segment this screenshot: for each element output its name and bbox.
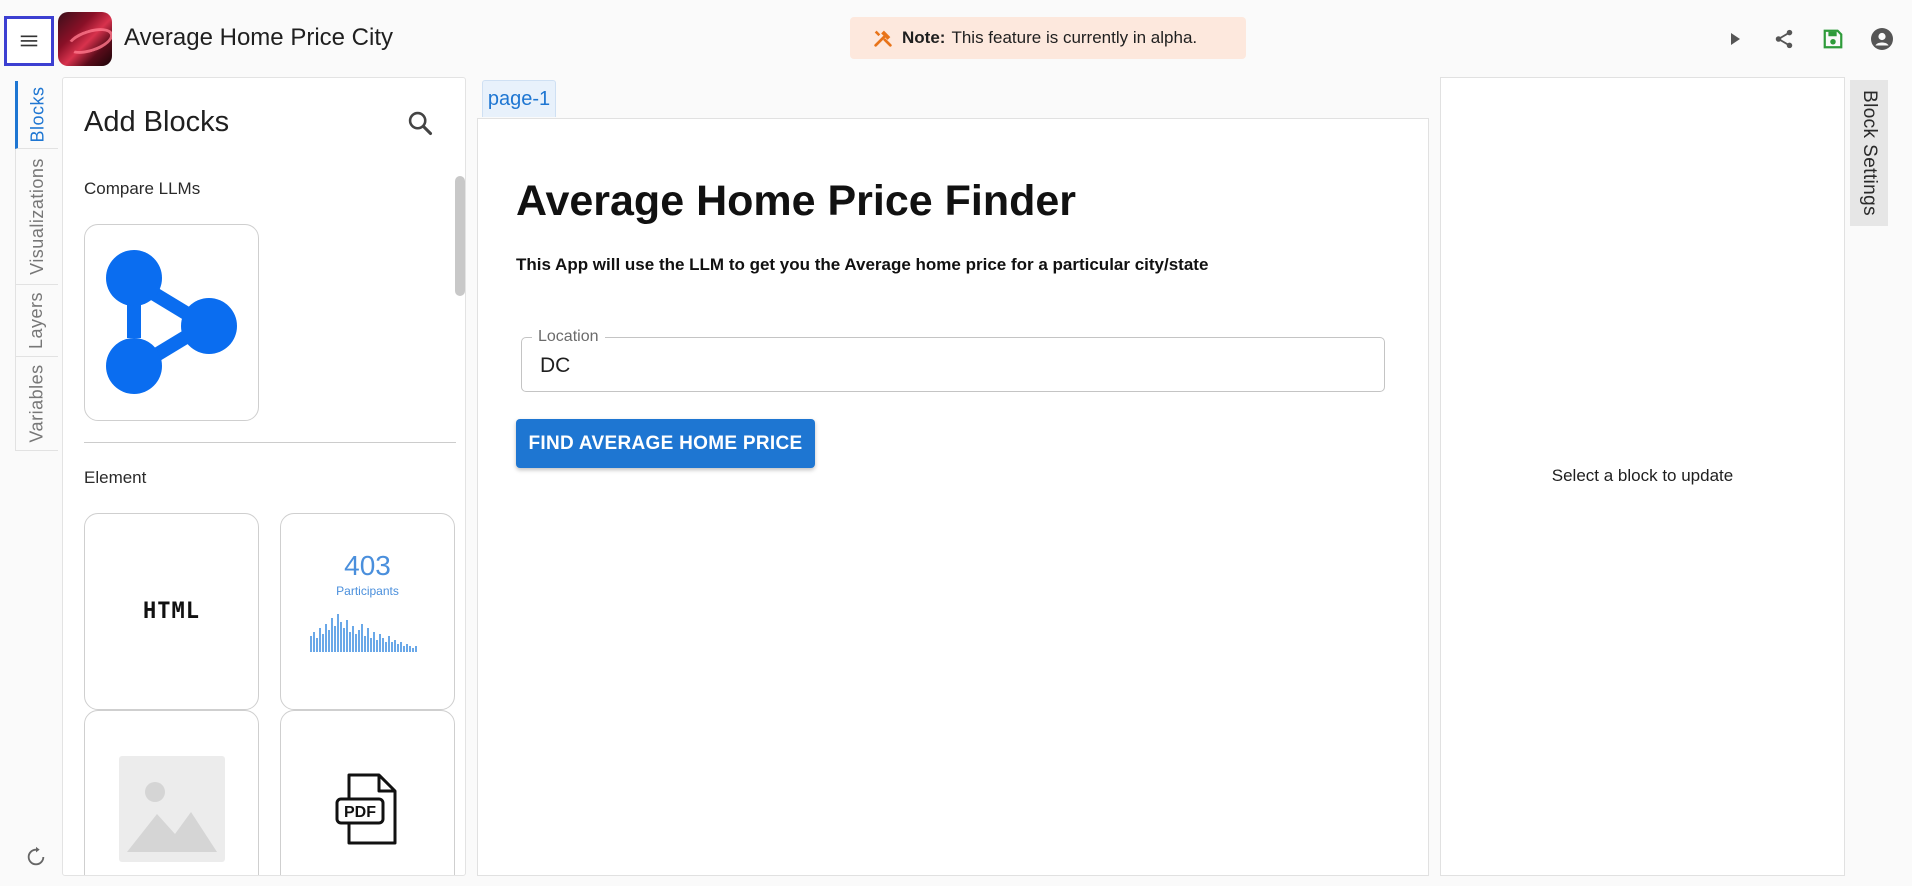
pdf-icon: PDF (335, 773, 396, 844)
app-title: Average Home Price City (124, 24, 393, 51)
alpha-note-banner: Note: This feature is currently in alpha… (850, 17, 1246, 59)
tab-block-settings[interactable]: Block Settings (1850, 80, 1888, 226)
location-field[interactable]: Location DC (521, 328, 1385, 392)
tab-variables-label: Variables (26, 364, 47, 443)
tab-blocks-label: Blocks (27, 86, 48, 143)
pdf-icon-label: PDF (344, 804, 376, 821)
top-bar: Average Home Price City Note: This featu… (0, 0, 1912, 77)
menu-button[interactable] (4, 16, 54, 66)
block-tile-pdf[interactable]: PDF (280, 710, 455, 875)
kpi-preview-bars (309, 614, 417, 652)
tab-blocks[interactable]: Blocks (15, 81, 58, 149)
find-average-home-price-button[interactable]: FIND AVERAGE HOME PRICE (516, 419, 815, 468)
tab-visualizations[interactable]: Visualizations (15, 149, 58, 285)
page-heading[interactable]: Average Home Price Finder (516, 177, 1076, 226)
page-canvas: Average Home Price Finder This App will … (477, 118, 1429, 876)
blocks-scrollbar[interactable] (455, 176, 465, 296)
block-tile-html[interactable]: HTML (84, 513, 259, 710)
block-tile-image[interactable] (84, 710, 259, 875)
block-tile-kpi-chart[interactable]: 403 Participants (280, 513, 455, 710)
settings-empty-message: Select a block to update (1551, 466, 1734, 485)
kpi-preview-value: 403 (344, 550, 391, 581)
tab-block-settings-label: Block Settings (1859, 90, 1880, 216)
search-button[interactable] (405, 108, 435, 138)
left-vertical-tabs: Blocks Visualizations Layers Variables (15, 77, 58, 453)
save-icon[interactable] (1820, 26, 1845, 51)
share-icon[interactable] (1771, 26, 1796, 51)
llm-compare-icon (105, 249, 237, 394)
refresh-icon[interactable] (25, 846, 47, 868)
section-element: Element (84, 468, 147, 487)
block-tile-compare-llms[interactable] (84, 224, 259, 421)
page-description[interactable]: This App will use the LLM to get you the… (516, 255, 1208, 275)
add-blocks-panel: Add Blocks Compare LLMs Element HTML 403… (62, 77, 466, 876)
blocks-panel-title: Add Blocks (84, 106, 230, 138)
tab-variables[interactable]: Variables (15, 357, 58, 451)
tab-visualizations-label: Visualizations (26, 158, 47, 275)
tab-layers-label: Layers (26, 291, 47, 350)
location-field-value[interactable]: DC (540, 354, 570, 378)
hamburger-icon (20, 35, 38, 47)
tab-layers[interactable]: Layers (15, 285, 58, 357)
play-icon[interactable] (1722, 26, 1747, 51)
section-compare-llms: Compare LLMs (84, 179, 201, 198)
section-divider (84, 442, 456, 443)
location-field-label: Location (532, 328, 605, 346)
html-tile-label: HTML (143, 599, 200, 624)
block-settings-panel: Select a block to update (1440, 77, 1845, 876)
search-icon (408, 111, 433, 136)
image-placeholder-icon (118, 755, 225, 862)
note-text: This feature is currently in alpha. (951, 28, 1198, 47)
note-label: Note: (902, 28, 946, 47)
app-logo (58, 12, 112, 66)
tab-page-1[interactable]: page-1 (482, 80, 556, 117)
tools-icon (874, 30, 892, 47)
account-icon[interactable] (1869, 26, 1894, 51)
top-actions (1722, 26, 1894, 51)
kpi-preview-caption: Participants (336, 584, 399, 598)
